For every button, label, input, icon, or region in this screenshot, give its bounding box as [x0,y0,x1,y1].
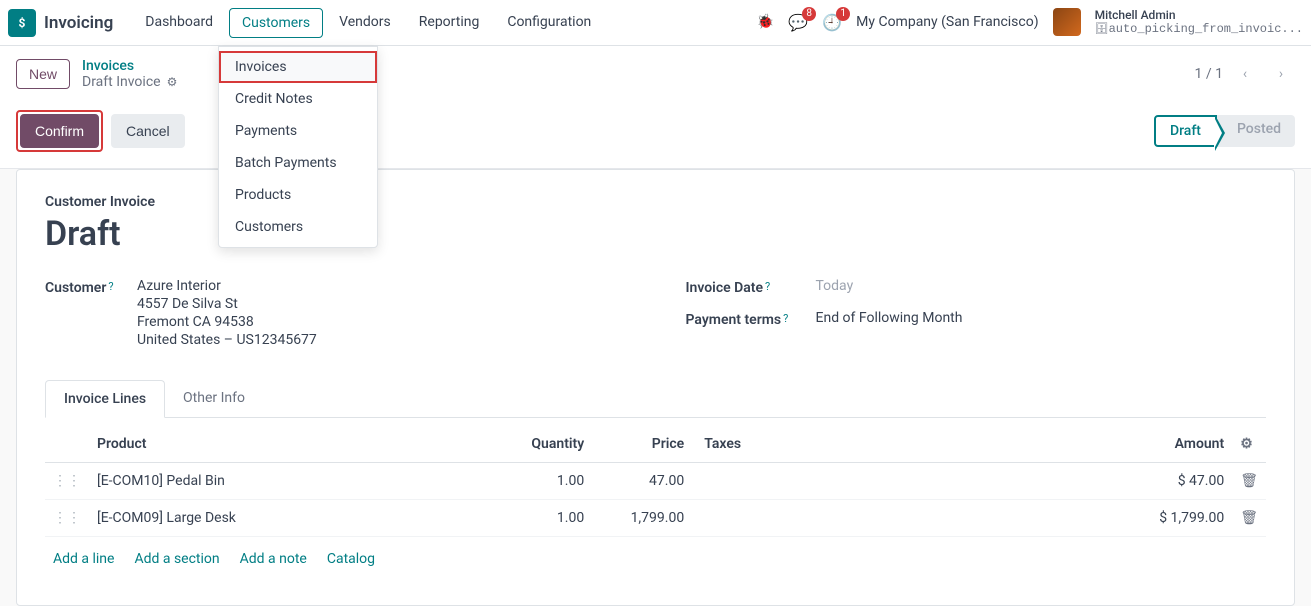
catalog-link[interactable]: Catalog [327,551,375,567]
confirm-button[interactable]: Confirm [20,114,99,148]
app-name: Invoicing [44,13,113,33]
control-bar: New Invoices Draft Invoice⚙ 1 / 1 ‹ › [0,46,1311,102]
nav-customers[interactable]: Customers [229,8,323,38]
app-icon[interactable]: $ [8,9,36,37]
customer-value[interactable]: Azure Interior 4557 De Silva St Fremont … [137,278,317,350]
invoice-lines-table: Product Quantity Price Taxes Amount ⚙ ⋮⋮… [45,426,1266,537]
status-indicator: Draft Posted [1154,115,1295,147]
status-posted[interactable]: Posted [1217,115,1295,147]
cell-taxes[interactable] [692,500,772,537]
add-section-link[interactable]: Add a section [134,551,219,567]
topbar-right: 🐞 💬8 🕘1 My Company (San Francisco) Mitch… [757,8,1303,38]
nav-dashboard[interactable]: Dashboard [133,8,225,38]
bug-icon[interactable]: 🐞 [757,14,774,30]
nav-menu: Dashboard Customers Vendors Reporting Co… [133,8,603,38]
drag-handle-icon[interactable]: ⋮⋮ [45,500,89,537]
action-bar: Confirm Cancel Draft Posted [0,102,1311,169]
tab-other-info[interactable]: Other Info [165,380,263,417]
cancel-button[interactable]: Cancel [111,114,185,148]
th-price: Price [592,426,692,463]
customer-label: Customer? [45,278,137,350]
new-button[interactable]: New [16,59,70,89]
trash-icon[interactable]: 🗑 [1232,463,1266,500]
tabs: Invoice Lines Other Info [45,380,1266,418]
form-sheet: Customer Invoice Draft Customer? Azure I… [16,169,1295,606]
chat-icon[interactable]: 💬8 [788,13,808,32]
invoice-date-label: Invoice Date? [686,278,816,296]
pager-prev[interactable]: ‹ [1231,60,1259,88]
chat-badge: 8 [802,7,816,21]
dd-payments[interactable]: Payments [219,115,377,147]
th-amount: Amount [772,426,1232,463]
database-icon: 🗄 [1095,24,1109,36]
dd-customers[interactable]: Customers [219,211,377,243]
pager-count: 1 / 1 [1195,66,1223,82]
line-actions: Add a line Add a section Add a note Cata… [45,537,1266,581]
breadcrumb: Invoices Draft Invoice⚙ [82,58,177,90]
add-note-link[interactable]: Add a note [240,551,307,567]
cell-product[interactable]: [E-COM09] Large Desk [89,500,472,537]
status-draft[interactable]: Draft [1154,115,1217,147]
cell-taxes[interactable] [692,463,772,500]
payment-terms-value[interactable]: End of Following Month [816,310,963,328]
pager-next[interactable]: › [1267,60,1295,88]
dd-batch-payments[interactable]: Batch Payments [219,147,377,179]
th-quantity: Quantity [472,426,592,463]
cell-price[interactable]: 1,799.00 [592,500,692,537]
help-icon[interactable]: ? [765,280,770,293]
cell-qty[interactable]: 1.00 [472,500,592,537]
breadcrumb-link[interactable]: Invoices [82,58,177,74]
nav-reporting[interactable]: Reporting [407,8,492,38]
form-grid: Customer? Azure Interior 4557 De Silva S… [45,278,1266,356]
nav-configuration[interactable]: Configuration [495,8,603,38]
topbar: $ Invoicing Dashboard Customers Vendors … [0,0,1311,46]
payment-terms-label: Payment terms? [686,310,816,328]
invoice-date-value[interactable]: Today [816,278,854,296]
help-icon[interactable]: ? [108,280,113,293]
table-row[interactable]: ⋮⋮ [E-COM10] Pedal Bin 1.00 47.00 $ 47.0… [45,463,1266,500]
gear-icon[interactable]: ⚙ [167,75,178,89]
clock-badge: 1 [836,7,850,21]
dd-credit-notes[interactable]: Credit Notes [219,83,377,115]
form-col-left: Customer? Azure Interior 4557 De Silva S… [45,278,626,356]
nav-vendors[interactable]: Vendors [327,8,403,38]
customers-dropdown: Invoices Credit Notes Payments Batch Pay… [218,46,378,248]
breadcrumb-current: Draft Invoice⚙ [82,74,177,90]
pager: 1 / 1 ‹ › [1195,60,1295,88]
cell-product[interactable]: [E-COM10] Pedal Bin [89,463,472,500]
columns-options-icon[interactable]: ⚙ [1232,426,1266,463]
th-taxes: Taxes [692,426,772,463]
clock-icon[interactable]: 🕘1 [822,13,842,32]
user-block[interactable]: Mitchell Admin 🗄auto_picking_from_invoic… [1095,8,1303,38]
cell-amount: $ 1,799.00 [772,500,1232,537]
dd-invoices[interactable]: Invoices [219,51,377,83]
tab-invoice-lines[interactable]: Invoice Lines [45,380,165,418]
trash-icon[interactable]: 🗑 [1232,500,1266,537]
dd-products[interactable]: Products [219,179,377,211]
help-icon[interactable]: ? [783,312,788,325]
add-line-link[interactable]: Add a line [53,551,114,567]
cell-amount: $ 47.00 [772,463,1232,500]
user-db: 🗄auto_picking_from_invoic... [1095,22,1303,37]
cell-qty[interactable]: 1.00 [472,463,592,500]
avatar[interactable] [1053,8,1081,36]
user-name: Mitchell Admin [1095,8,1303,22]
form-col-right: Invoice Date? Today Payment terms? End o… [686,278,1267,356]
confirm-highlight: Confirm [16,110,103,152]
cell-price[interactable]: 47.00 [592,463,692,500]
drag-handle-icon[interactable]: ⋮⋮ [45,463,89,500]
table-row[interactable]: ⋮⋮ [E-COM09] Large Desk 1.00 1,799.00 $ … [45,500,1266,537]
company-selector[interactable]: My Company (San Francisco) [856,14,1038,30]
th-product: Product [89,426,472,463]
